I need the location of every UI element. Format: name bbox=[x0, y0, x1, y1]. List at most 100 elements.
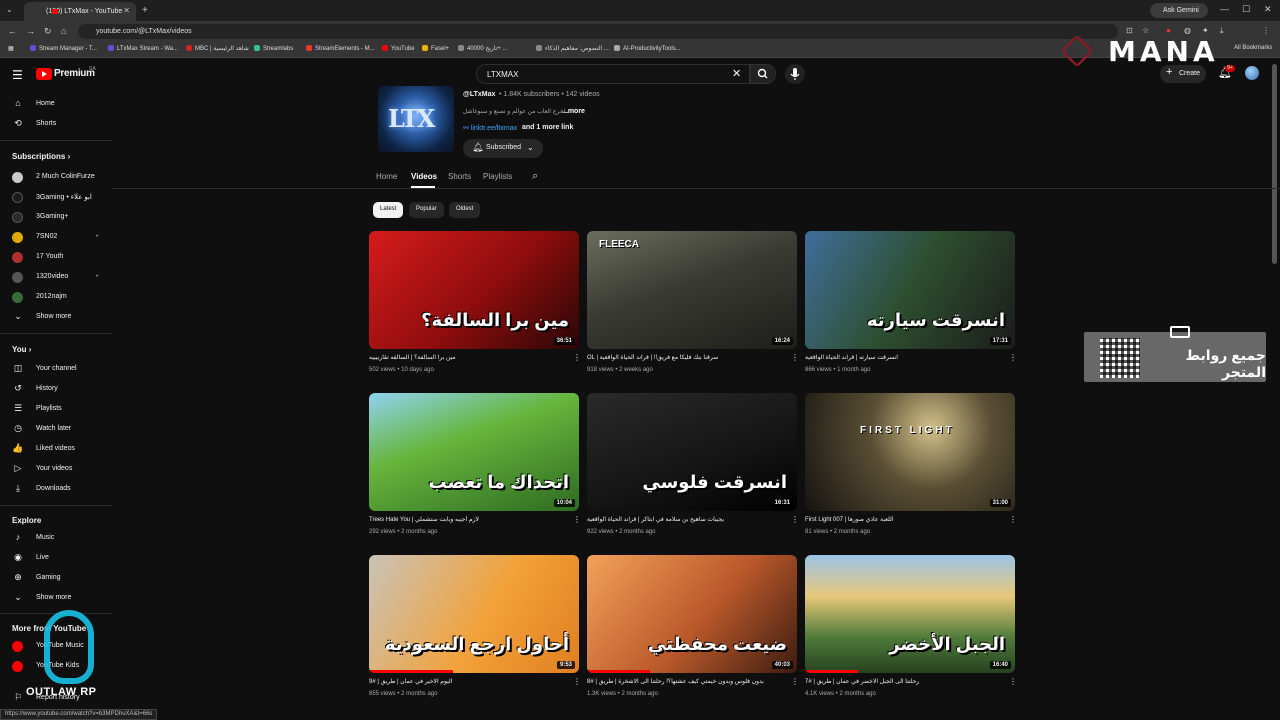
video-meta: 4.1K views • 2 months ago bbox=[805, 691, 876, 697]
video-thumbnail[interactable]: اتحداك ما تعصب 10:04 bbox=[369, 393, 579, 511]
more-actions-icon[interactable]: ⋮ bbox=[791, 353, 799, 362]
video-card[interactable]: اتحداك ما تعصب 10:04 Trees Hate You | لازم… bbox=[369, 393, 581, 543]
url-field[interactable]: youtube.com/@LTxMax/videos bbox=[78, 24, 1118, 39]
video-title[interactable]: 7# | رحلتنا الى الجبل الاخضر في عمان | ط… bbox=[805, 678, 1001, 685]
subscribed-button[interactable]: 🔔︎ Subscribed ⌄ bbox=[463, 139, 543, 158]
install-app-icon[interactable]: ⊡ bbox=[1126, 26, 1133, 35]
more-actions-icon[interactable]: ⋮ bbox=[1009, 677, 1017, 686]
browser-menu-icon[interactable]: ⋮ bbox=[1262, 26, 1270, 35]
watch-progress-bar bbox=[805, 670, 858, 673]
bookmark-item[interactable]: YouTube bbox=[382, 45, 415, 52]
tab-shorts[interactable]: Shorts bbox=[448, 172, 471, 181]
chip-oldest[interactable]: Oldest bbox=[449, 202, 481, 218]
page-scrollbar[interactable] bbox=[1272, 64, 1277, 264]
ask-gemini-button[interactable]: Ask Gemini bbox=[1150, 3, 1208, 18]
tab-videos[interactable]: Videos bbox=[411, 172, 437, 181]
more-actions-icon[interactable]: ⋮ bbox=[573, 677, 581, 686]
bookmark-favicon-icon bbox=[614, 45, 620, 51]
tab-playlists[interactable]: Playlists bbox=[483, 172, 512, 181]
video-card[interactable]: FLEECA 16:24 OL | سرقنا بنك فليكا مع فريق!… bbox=[587, 231, 799, 381]
extension-icon[interactable]: ◍ bbox=[1184, 26, 1191, 35]
video-card[interactable]: FIRST LIGHT 31:00 First Light 007 | اللعبة… bbox=[805, 393, 1017, 543]
tab-home[interactable]: Home bbox=[376, 172, 397, 181]
video-thumbnail[interactable]: FIRST LIGHT 31:00 bbox=[805, 393, 1015, 511]
bookmark-item[interactable]: AI-ProductivityTools... bbox=[614, 45, 681, 52]
video-title[interactable]: Trees Hate You | لازم أجيبه وبأبت ستشملي bbox=[369, 516, 565, 523]
more-actions-icon[interactable]: ⋮ bbox=[791, 677, 799, 686]
bookmark-item[interactable]: Stream Manager - T... bbox=[30, 45, 97, 52]
tab-close-icon[interactable]: ✕ bbox=[123, 6, 130, 15]
video-meta: 81 views • 2 months ago bbox=[805, 529, 871, 535]
video-thumbnail[interactable]: أحاول ارجع السعودية 9:53 bbox=[369, 555, 579, 673]
bookmark-item[interactable]: تاريخ 40000+ ... bbox=[458, 45, 507, 52]
description-more-link[interactable]: ...more bbox=[562, 108, 585, 115]
bookmark-item[interactable]: LTxMax Stream - Wa... bbox=[108, 45, 178, 52]
forward-icon[interactable]: → bbox=[26, 26, 35, 36]
maximize-icon[interactable]: ☐ bbox=[1242, 4, 1250, 15]
browser-tab-youtube[interactable]: (150) LTxMax - YouTube ✕ bbox=[24, 2, 136, 21]
video-title[interactable]: يجيبات ساهيح بن سلامة في ابتاكر | قراند … bbox=[587, 516, 783, 523]
youtube-logo-icon[interactable] bbox=[36, 68, 52, 80]
apps-icon[interactable]: ▦ bbox=[8, 45, 14, 52]
bookmark-item[interactable]: Streamlabs bbox=[254, 45, 293, 52]
bookmark-item[interactable]: النصوص: مفاهيم الذكاء ... bbox=[536, 45, 609, 52]
home-icon[interactable]: ⌂ bbox=[61, 26, 66, 36]
more-actions-icon[interactable]: ⋮ bbox=[573, 353, 581, 362]
guide-menu-icon[interactable]: ☰ bbox=[12, 68, 23, 82]
clear-search-icon[interactable]: ✕ bbox=[732, 67, 741, 80]
channel-handle: @LTxMax bbox=[463, 91, 496, 98]
chip-popular[interactable]: Popular bbox=[409, 202, 444, 218]
thumbnail-overlay-text: اتحداك ما تعصب bbox=[428, 472, 569, 492]
video-title[interactable]: 8# | بدون فلوس وبدون خيمتي كيف عشتها؟! ر… bbox=[587, 678, 783, 685]
video-card[interactable]: مين برا السالفة؟ 36:51 مين برا السالفة؟ | … bbox=[369, 231, 581, 381]
bookmark-favicon-icon bbox=[254, 45, 260, 51]
video-thumbnail[interactable]: ضيعت محفظتي 40:03 bbox=[587, 555, 797, 673]
channel-stats: • 1.84K subscribers • 142 videos bbox=[499, 91, 600, 98]
window-close-icon[interactable]: ✕ bbox=[1264, 4, 1272, 15]
bookmark-item[interactable]: Fasel+ bbox=[422, 45, 449, 52]
search-input[interactable]: LTXMAX bbox=[476, 64, 750, 84]
channel-link[interactable]: ⚯ linktr.ee/ltxmax bbox=[463, 124, 517, 132]
extension-record-icon[interactable]: ● bbox=[1166, 26, 1171, 35]
video-title[interactable]: OL | سرقنا بنك فليكا مع فريق!! | قراند ا… bbox=[587, 354, 783, 361]
minimize-icon[interactable]: — bbox=[1220, 4, 1229, 14]
back-icon[interactable]: ← bbox=[8, 26, 17, 36]
more-actions-icon[interactable]: ⋮ bbox=[1009, 353, 1017, 362]
more-actions-icon[interactable]: ⋮ bbox=[1009, 515, 1017, 524]
voice-search-button[interactable] bbox=[785, 64, 805, 84]
create-label: Create bbox=[1179, 70, 1201, 77]
reload-icon[interactable]: ↻ bbox=[44, 26, 52, 37]
channel-search-icon[interactable]: ⌕ bbox=[532, 170, 538, 183]
channel-avatar-large[interactable]: LTX bbox=[378, 86, 454, 152]
chip-latest[interactable]: Latest bbox=[373, 202, 404, 218]
new-tab-icon[interactable]: + bbox=[142, 5, 148, 16]
video-card[interactable]: أحاول ارجع السعودية 9:53 9# | اليوم الاخير… bbox=[369, 555, 581, 705]
more-actions-icon[interactable]: ⋮ bbox=[791, 515, 799, 524]
video-thumbnail[interactable]: الجبل الأخضر 16:40 bbox=[805, 555, 1015, 673]
mana-logo: MANA bbox=[1060, 34, 1274, 69]
subscriptions-heading[interactable]: Subscriptions › bbox=[12, 152, 70, 161]
video-card[interactable]: انسرقت سيارته 17:31 انسرقت سيارته | قراند … bbox=[805, 231, 1017, 381]
more-links-link[interactable]: and 1 more link bbox=[522, 124, 573, 131]
more-actions-icon[interactable]: ⋮ bbox=[573, 515, 581, 524]
chevron-right-icon: › bbox=[28, 345, 32, 354]
video-title[interactable]: انسرقت سيارته | قراند الحياة الواقعية bbox=[805, 354, 1001, 361]
video-card[interactable]: ضيعت محفظتي 40:03 8# | بدون فلوس وبدون خيم… bbox=[587, 555, 799, 705]
video-card[interactable]: الجبل الأخضر 16:40 7# | رحلتنا الى الجبل ا… bbox=[805, 555, 1017, 705]
video-thumbnail[interactable]: FLEECA 16:24 bbox=[587, 231, 797, 349]
you-heading[interactable]: You › bbox=[12, 345, 31, 354]
video-title[interactable]: First Light 007 | اللعبة عادي صورها bbox=[805, 516, 1001, 523]
video-thumbnail[interactable]: مين برا السالفة؟ 36:51 bbox=[369, 231, 579, 349]
video-card[interactable]: انسرقت فلوسي 16:31 يجيبات ساهيح بن سلامة ف… bbox=[587, 393, 799, 543]
video-title[interactable]: 9# | اليوم الاخير في عمان | طريق bbox=[369, 678, 565, 685]
search-button[interactable] bbox=[750, 64, 776, 84]
video-thumbnail[interactable]: انسرقت فلوسي 16:31 bbox=[587, 393, 797, 511]
video-thumbnail[interactable]: انسرقت سيارته 17:31 bbox=[805, 231, 1015, 349]
bookmark-item[interactable]: StreamElements - M... bbox=[306, 45, 375, 52]
extensions-puzzle-icon[interactable]: ✦ bbox=[1202, 26, 1209, 35]
video-duration: 40:03 bbox=[771, 661, 793, 669]
bookmark-item[interactable]: MBC | شاهد الرئيسية bbox=[186, 45, 249, 52]
video-title[interactable]: مين برا السالفة؟ | السالفه تقاربيييه bbox=[369, 354, 565, 361]
bookmark-star-icon[interactable]: ☆ bbox=[1142, 26, 1149, 35]
tab-search-icon[interactable]: ⌄ bbox=[6, 5, 13, 14]
